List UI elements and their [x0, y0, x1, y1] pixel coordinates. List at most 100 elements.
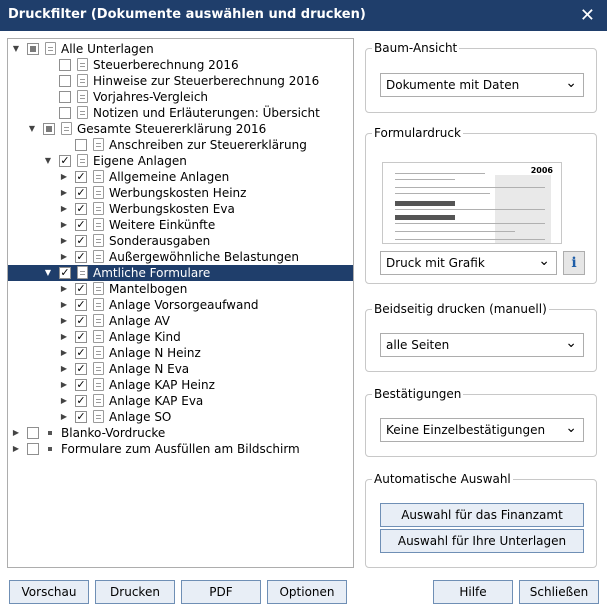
- tree-checkbox[interactable]: ✓: [75, 171, 87, 183]
- collapse-triangle-icon[interactable]: ▶: [59, 169, 69, 185]
- document-icon: [77, 266, 88, 279]
- collapse-triangle-icon[interactable]: ▶: [59, 345, 69, 361]
- tree-checkbox[interactable]: ✓: [75, 219, 87, 231]
- tree-item[interactable]: ▶ ✓ Anlage AV: [8, 313, 353, 329]
- tree-checkbox[interactable]: ✓: [75, 395, 87, 407]
- info-icon[interactable]: i: [563, 251, 585, 275]
- tree-item[interactable]: ▼ ✓ Eigene Anlagen: [8, 153, 353, 169]
- tree-item[interactable]: ▶ ✓ Anlage N Heinz: [8, 345, 353, 361]
- tree-item[interactable]: ▶ ✓ Anlage N Eva: [8, 361, 353, 377]
- tree-item[interactable]: ▼ ✓ Amtliche Formulare: [8, 265, 353, 281]
- tree-item[interactable]: ▶ ✓ Anlage Kind: [8, 329, 353, 345]
- tree-item[interactable]: ▶ ✓ Sonderausgaben: [8, 233, 353, 249]
- tree-checkbox[interactable]: [27, 443, 39, 455]
- tree-checkbox[interactable]: ✓: [75, 283, 87, 295]
- tree-item[interactable]: ▶ Blanko-Vordrucke: [8, 425, 353, 441]
- collapse-triangle-icon[interactable]: ▶: [59, 393, 69, 409]
- schliessen-button[interactable]: Schließen: [519, 580, 599, 604]
- collapse-triangle-icon[interactable]: ▶: [59, 409, 69, 425]
- tree-item[interactable]: ▶ ✓ Werbungskosten Eva: [8, 201, 353, 217]
- chevron-down-icon: ⌄: [538, 253, 550, 269]
- tree-item[interactable]: ▼ Gesamte Steuererklärung 2016: [8, 121, 353, 137]
- vorschau-button[interactable]: Vorschau: [9, 580, 89, 604]
- tree-checkbox[interactable]: ✓: [75, 299, 87, 311]
- tree-checkbox[interactable]: ✓: [59, 267, 71, 279]
- tree-item[interactable]: ▶ ✓ Anlage KAP Eva: [8, 393, 353, 409]
- tree-checkbox[interactable]: ✓: [75, 331, 87, 343]
- pdf-button[interactable]: PDF: [181, 580, 261, 604]
- document-icon: [77, 154, 88, 167]
- chevron-down-icon: ⌄: [565, 420, 577, 436]
- collapse-triangle-icon[interactable]: ▶: [59, 297, 69, 313]
- drucken-button[interactable]: Drucken: [95, 580, 175, 604]
- tree-item-label: Werbungskosten Eva: [109, 202, 235, 216]
- auswahl-finanzamt-button[interactable]: Auswahl für das Finanzamt: [380, 503, 584, 527]
- tree-item[interactable]: ▶ Formulare zum Ausfüllen am Bildschirm: [8, 441, 353, 457]
- tree-item[interactable]: ▶ ✓ Anlage KAP Heinz: [8, 377, 353, 393]
- tree-checkbox[interactable]: ✓: [75, 235, 87, 247]
- collapse-triangle-icon[interactable]: ▶: [59, 361, 69, 377]
- tree-item[interactable]: ▶ ✓ Allgemeine Anlagen: [8, 169, 353, 185]
- tree-checkbox[interactable]: [75, 139, 87, 151]
- collapse-triangle-icon[interactable]: ▶: [59, 217, 69, 233]
- tree-checkbox[interactable]: ✓: [75, 315, 87, 327]
- tree-item-label: Gesamte Steuererklärung 2016: [77, 122, 267, 136]
- tree-checkbox[interactable]: ✓: [75, 347, 87, 359]
- tree-item[interactable]: ▶ ✓ Anlage SO: [8, 409, 353, 425]
- tree-item[interactable]: ▶ ✓ Werbungskosten Heinz: [8, 185, 353, 201]
- collapse-triangle-icon[interactable]: ▶: [59, 249, 69, 265]
- tree-checkbox[interactable]: ✓: [75, 251, 87, 263]
- collapse-triangle-icon[interactable]: ▶: [59, 201, 69, 217]
- tree-item[interactable]: ▶ ✓ Mantelbogen: [8, 281, 353, 297]
- collapse-triangle-icon[interactable]: ▶: [59, 185, 69, 201]
- tree-checkbox[interactable]: [59, 75, 71, 87]
- tree-checkbox[interactable]: [59, 59, 71, 71]
- tree-item[interactable]: Vorjahres-Vergleich: [8, 89, 353, 105]
- tree-item-label: Alle Unterlagen: [61, 42, 154, 56]
- beidseitig-value: alle Seiten: [386, 338, 450, 352]
- tree-item[interactable]: Hinweise zur Steuerberechnung 2016: [8, 73, 353, 89]
- tree-item[interactable]: ▶ ✓ Außergewöhnliche Belastungen: [8, 249, 353, 265]
- expand-triangle-icon[interactable]: ▼: [11, 41, 21, 57]
- collapse-triangle-icon[interactable]: ▶: [59, 281, 69, 297]
- tree-checkbox[interactable]: [27, 427, 39, 439]
- beidseitig-dropdown[interactable]: alle Seiten ⌄: [380, 333, 584, 357]
- hilfe-button[interactable]: Hilfe: [433, 580, 513, 604]
- tree-checkbox[interactable]: [43, 123, 55, 135]
- tree-checkbox[interactable]: [59, 91, 71, 103]
- expand-triangle-icon[interactable]: ▼: [27, 121, 37, 137]
- tree-item[interactable]: ▼ Alle Unterlagen: [8, 41, 353, 57]
- tree-checkbox[interactable]: ✓: [75, 411, 87, 423]
- document-icon: [93, 346, 104, 359]
- bestaetigungen-dropdown[interactable]: Keine Einzelbestätigungen ⌄: [380, 418, 584, 442]
- formulardruck-dropdown[interactable]: Druck mit Grafik ⌄: [380, 251, 557, 275]
- tree-item[interactable]: ▶ ✓ Anlage Vorsorgeaufwand: [8, 297, 353, 313]
- auswahl-unterlagen-button[interactable]: Auswahl für Ihre Unterlagen: [380, 529, 584, 553]
- collapse-triangle-icon[interactable]: ▶: [59, 313, 69, 329]
- tree-item[interactable]: ▶ ✓ Weitere Einkünfte: [8, 217, 353, 233]
- close-icon[interactable]: ✕: [580, 5, 595, 26]
- tree-checkbox[interactable]: ✓: [59, 155, 71, 167]
- tree-checkbox[interactable]: ✓: [75, 363, 87, 375]
- tree-checkbox[interactable]: ✓: [75, 203, 87, 215]
- collapse-triangle-icon[interactable]: ▶: [59, 329, 69, 345]
- collapse-triangle-icon[interactable]: ▶: [11, 441, 21, 457]
- tree-checkbox[interactable]: ✓: [75, 379, 87, 391]
- collapse-triangle-icon[interactable]: ▶: [11, 425, 21, 441]
- expand-triangle-icon[interactable]: ▼: [43, 265, 53, 281]
- bestaetigungen-value: Keine Einzelbestätigungen: [386, 423, 546, 437]
- tree-item[interactable]: Anschreiben zur Steuererklärung: [8, 137, 353, 153]
- tree-item[interactable]: Notizen und Erläuterungen: Übersicht: [8, 105, 353, 121]
- expand-triangle-icon[interactable]: ▼: [43, 153, 53, 169]
- collapse-triangle-icon[interactable]: ▶: [59, 233, 69, 249]
- tree-checkbox[interactable]: [59, 107, 71, 119]
- optionen-button[interactable]: Optionen: [267, 580, 347, 604]
- document-icon: [93, 202, 104, 215]
- baum-ansicht-dropdown[interactable]: Dokumente mit Daten ⌄: [380, 73, 584, 97]
- tree-item[interactable]: Steuerberechnung 2016: [8, 57, 353, 73]
- collapse-triangle-icon[interactable]: ▶: [59, 377, 69, 393]
- tree-checkbox[interactable]: [27, 43, 39, 55]
- document-icon: [93, 218, 104, 231]
- tree-checkbox[interactable]: ✓: [75, 187, 87, 199]
- document-tree[interactable]: ▼ Alle Unterlagen Steuerberechnung 2016 Hin…: [7, 38, 354, 568]
